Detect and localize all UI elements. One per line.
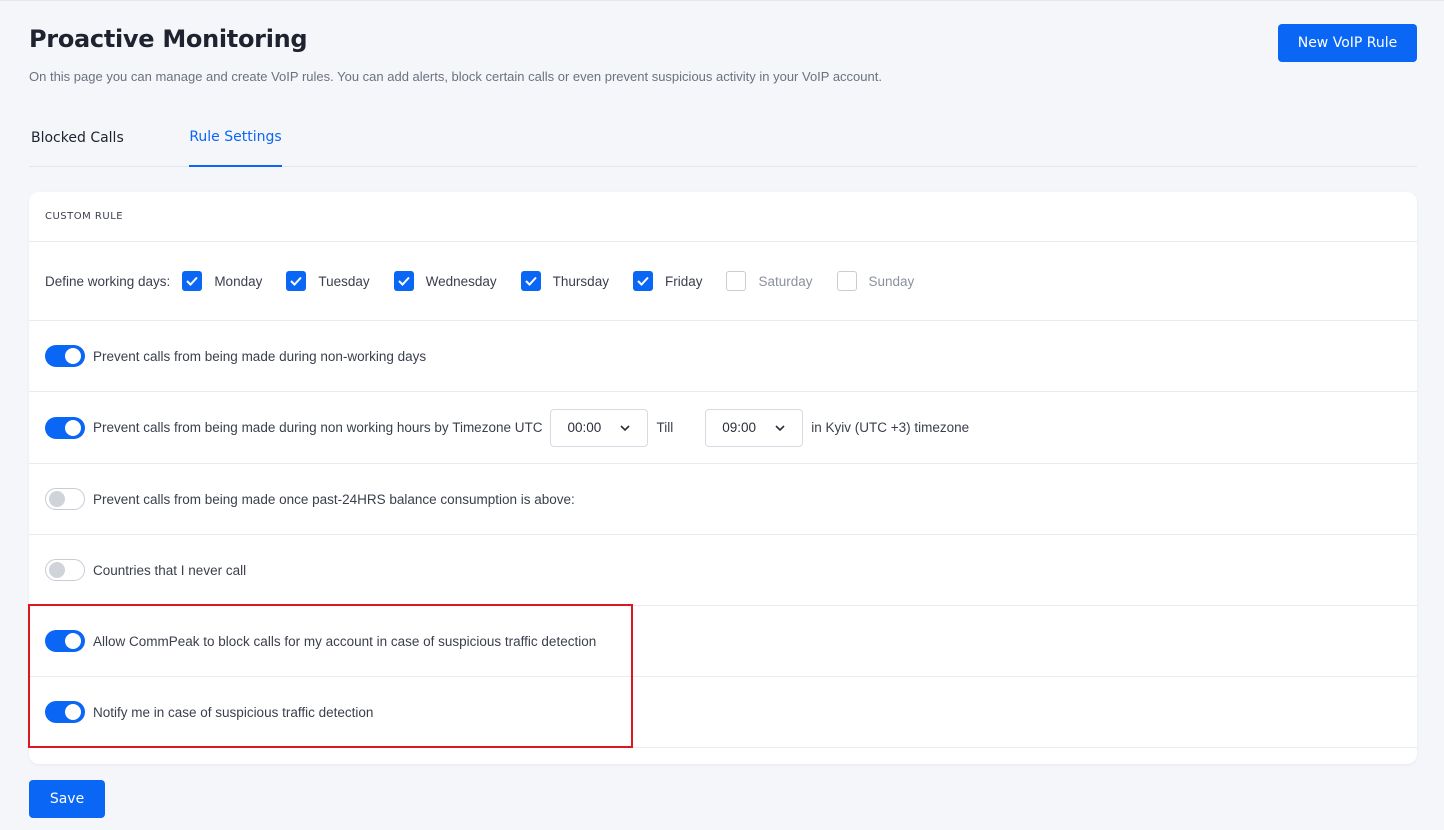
toggle-knob — [49, 491, 65, 507]
day-friday[interactable]: Friday — [632, 271, 703, 291]
rule-non-working-days: Prevent calls from being made during non… — [29, 321, 1417, 392]
custom-rule-card: CUSTOM RULE Define working days: Monday … — [29, 192, 1417, 764]
rule-label: Prevent calls from being made during non… — [93, 420, 543, 435]
start-time-select[interactable]: 00:00 — [550, 408, 649, 447]
day-monday[interactable]: Monday — [182, 271, 262, 291]
rule-toggle[interactable] — [45, 345, 85, 367]
day-saturday[interactable]: Saturday — [726, 271, 813, 291]
timezone-note: in Kyiv (UTC +3) timezone — [811, 420, 970, 435]
toggle-knob — [65, 633, 81, 649]
day-tuesday[interactable]: Tuesday — [286, 271, 370, 291]
rule-balance-consumption: Prevent calls from being made once past-… — [29, 464, 1417, 535]
rule-toggle[interactable] — [45, 630, 85, 652]
toggle-knob — [65, 348, 81, 364]
day-label: Thursday — [552, 273, 609, 289]
day-label: Sunday — [868, 273, 915, 289]
checkbox-checked-icon[interactable] — [520, 271, 541, 291]
day-label: Friday — [664, 273, 703, 289]
checkbox-unchecked-icon[interactable] — [836, 271, 857, 291]
end-time-value: 09:00 — [722, 420, 757, 435]
chevron-down-icon — [620, 424, 631, 431]
rule-toggle[interactable] — [45, 701, 85, 723]
card-title: CUSTOM RULE — [29, 192, 1417, 242]
toggle-knob — [49, 562, 65, 578]
checkbox-checked-icon[interactable] — [182, 271, 203, 291]
save-button[interactable]: Save — [29, 780, 105, 818]
checkbox-unchecked-icon[interactable] — [726, 271, 747, 291]
end-time-select[interactable]: 09:00 — [705, 408, 804, 447]
page-description: On this page you can manage and create V… — [29, 69, 882, 84]
rule-label: Notify me in case of suspicious traffic … — [93, 704, 374, 720]
rule-label: Prevent calls from being made once past-… — [93, 491, 575, 507]
chevron-down-icon — [775, 424, 785, 431]
day-thursday[interactable]: Thursday — [520, 271, 609, 291]
rule-label: Prevent calls from being made during non… — [93, 348, 427, 364]
toggle-knob — [65, 419, 81, 436]
start-time-value: 00:00 — [567, 420, 602, 435]
checkbox-checked-icon[interactable] — [393, 271, 414, 291]
working-days-label: Define working days: — [45, 273, 171, 289]
working-days-row: Define working days: Monday Tuesday Wedn… — [29, 242, 1417, 321]
rule-notify-suspicious: Notify me in case of suspicious traffic … — [29, 677, 1417, 748]
day-label: Wednesday — [425, 273, 497, 289]
new-voip-rule-button[interactable]: New VoIP Rule — [1278, 24, 1417, 62]
day-wednesday[interactable]: Wednesday — [393, 271, 497, 291]
toggle-knob — [65, 704, 81, 720]
page-title: Proactive Monitoring — [29, 25, 308, 53]
day-label: Saturday — [758, 273, 813, 289]
tab-blocked-calls[interactable]: Blocked Calls — [31, 109, 124, 167]
rule-label: Allow CommPeak to block calls for my acc… — [93, 633, 597, 649]
rule-toggle[interactable] — [45, 416, 85, 439]
checkbox-checked-icon[interactable] — [632, 271, 653, 291]
day-sunday[interactable]: Sunday — [836, 271, 915, 291]
checkbox-checked-icon[interactable] — [286, 271, 307, 291]
rule-non-working-hours: Prevent calls from being made during non… — [29, 392, 1417, 464]
rule-toggle[interactable] — [45, 488, 85, 510]
tab-rule-settings[interactable]: Rule Settings — [189, 109, 282, 167]
day-label: Tuesday — [318, 273, 370, 289]
rule-toggle[interactable] — [45, 559, 85, 581]
tab-bar: Blocked Calls Rule Settings — [29, 109, 1417, 167]
day-label: Monday — [214, 273, 263, 289]
rule-block-suspicious: Allow CommPeak to block calls for my acc… — [29, 606, 1417, 677]
rule-label: Countries that I never call — [93, 562, 247, 578]
rule-countries-never-call: Countries that I never call — [29, 535, 1417, 606]
till-label: Till — [656, 420, 674, 435]
